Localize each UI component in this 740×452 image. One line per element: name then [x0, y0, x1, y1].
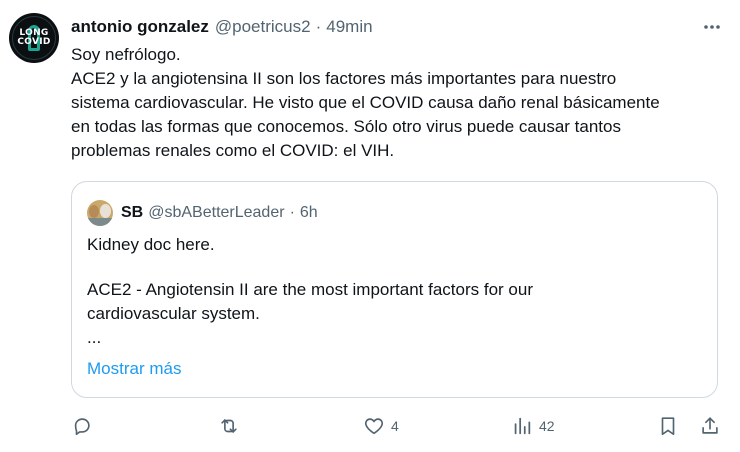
tweet-header: antonio gonzalez @poetricus2 · 49min: [71, 15, 373, 39]
quoted-avatar[interactable]: [87, 200, 113, 226]
views-button[interactable]: 42: [511, 412, 555, 440]
bookmark-button[interactable]: [657, 412, 679, 440]
avatar-face-right: [100, 204, 111, 218]
share-icon: [702, 417, 718, 434]
avatar[interactable]: LONG COVID: [9, 13, 59, 63]
tweet-time[interactable]: 49min: [326, 17, 372, 37]
tweet-line: sistema cardiovascular. He visto que el …: [71, 93, 660, 112]
views-count: 42: [539, 418, 555, 434]
avatar-face-left: [89, 205, 99, 218]
views-icon: [514, 417, 531, 435]
quoted-time: 6h: [299, 204, 318, 221]
retweet-button[interactable]: [217, 412, 241, 440]
reply-icon: [74, 418, 90, 436]
separator-dot: ·: [315, 17, 322, 36]
heart-icon: [364, 418, 384, 435]
tweet-line: en todas las formas que conocemos. Sólo …: [71, 117, 621, 136]
quoted-line: ACE2 - Angiotensin II are the most impor…: [87, 280, 533, 299]
like-button[interactable]: 4: [363, 412, 399, 440]
more-icon: [704, 25, 720, 29]
quoted-text: Kidney doc here. ACE2 - Angiotensin II a…: [87, 233, 702, 350]
avatar-shirt: [87, 218, 113, 226]
like-count: 4: [391, 418, 399, 434]
bookmark-icon: [661, 417, 675, 436]
author-handle[interactable]: @poetricus2: [215, 17, 311, 37]
tweet-text: Soy nefrólogo. ACE2 y la angiotensina II…: [71, 43, 721, 163]
quoted-line: cardiovascular system.: [87, 304, 260, 323]
share-button[interactable]: [699, 412, 721, 440]
quoted-ellipsis: ...: [87, 328, 102, 347]
quoted-line: Kidney doc here.: [87, 235, 215, 254]
show-more-link[interactable]: Mostrar más: [87, 359, 181, 379]
action-bar: 4 42: [71, 412, 731, 440]
tweet-line: ACE2 y la angiotensina II son los factor…: [71, 69, 617, 88]
retweet-icon: [221, 419, 237, 433]
more-options-button[interactable]: [699, 14, 725, 40]
tweet-line: Soy nefrólogo.: [71, 45, 181, 64]
separator-dot: ·: [289, 204, 295, 221]
quoted-tweet[interactable]: SB @sbABetterLeader · 6h Kidney doc here…: [71, 181, 718, 398]
quoted-header: SB @sbABetterLeader · 6h: [87, 200, 318, 226]
tweet-line: problemas renales como el COVID: el VIH.: [71, 141, 395, 160]
avatar-text-covid: COVID: [17, 37, 51, 47]
reply-button[interactable]: [71, 412, 93, 440]
author-name[interactable]: antonio gonzalez: [71, 17, 209, 37]
quoted-author-name: SB: [121, 204, 144, 221]
quoted-author-handle: @sbABetterLeader: [148, 204, 285, 221]
